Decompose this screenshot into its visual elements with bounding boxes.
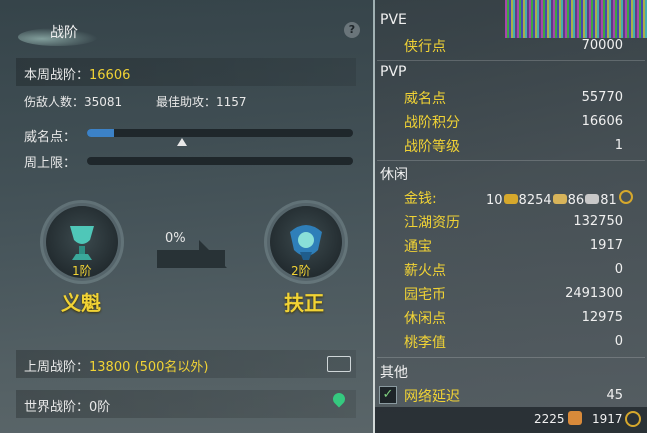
panel-title: 战阶 (50, 25, 78, 41)
tongbao-badge-icon (568, 411, 582, 425)
taoli-label: 桃李值 (404, 335, 446, 351)
week-cap-bar (87, 157, 353, 165)
xiaxing-label: 侠行点 (404, 39, 446, 55)
next-rank-name: 扶正 (284, 291, 324, 315)
bottom-left-value: 2225 (534, 412, 565, 426)
rank-progress: 0% (165, 231, 186, 246)
arrow-right-icon (157, 250, 225, 268)
divider (377, 160, 645, 161)
xiaxing-value: 70000 (581, 38, 623, 53)
yuanzhai-label: 园宅币 (404, 287, 446, 303)
money-label: 金钱: (404, 191, 437, 207)
last-week-rank: 上周战阶：13800 (500名以外) (24, 356, 208, 375)
jianghu-value: 132750 (573, 214, 623, 229)
zhanjie-level-label: 战阶等级 (404, 139, 460, 155)
divider (377, 60, 645, 61)
rank-panel: 战阶 ? 本周战阶：16606 伤敌人数：35081 最佳助攻：1157 威名点… (0, 0, 373, 433)
week-rank: 本周战阶：16606 (24, 64, 130, 83)
copper-ingot-icon (585, 194, 600, 204)
money-copper: 86 (567, 193, 585, 208)
tongbao-value: 1917 (589, 238, 623, 253)
xiuxian-label: 休闲点 (404, 311, 446, 327)
coin-icon (618, 190, 633, 204)
color-stripes-decoration (505, 0, 647, 38)
money-silver: 8254 (518, 193, 552, 208)
fame-marker-icon (177, 138, 187, 146)
latency-label: 网络延迟 (404, 389, 460, 405)
current-rank-name: 义魁 (61, 291, 101, 315)
fame-progress-bar (87, 129, 353, 137)
next-rank-level: 2阶 (291, 264, 311, 278)
silver-ingot-icon (552, 194, 567, 204)
pvp-section: PVP (380, 64, 407, 80)
latency-value: 45 (606, 388, 623, 403)
other-section: 其他 (380, 365, 408, 381)
help-button[interactable]: ? (344, 22, 360, 38)
zhanjie-level-value: 1 (614, 138, 623, 153)
money-other: 81 (600, 193, 617, 208)
xinhuo-label: 薪火点 (404, 263, 446, 279)
latency-checkbox[interactable]: ✓ (379, 386, 397, 404)
weiming-value: 55770 (581, 90, 623, 105)
coin-icon (625, 411, 641, 427)
fame-label: 威名点： (24, 130, 77, 145)
weiming-label: 威名点 (404, 91, 446, 107)
chest-icon[interactable] (327, 356, 351, 372)
xinhuo-value: 0 (614, 262, 623, 277)
last-week-value: 13800 (500名以外) (89, 360, 209, 375)
world-rank: 世界战阶：0阶 (24, 400, 111, 415)
panel-header: 战阶 (0, 12, 373, 46)
week-cap-label: 周上限： (24, 156, 77, 171)
week-rank-value: 16606 (89, 68, 131, 83)
kills-count: 伤敌人数：35081 (24, 95, 123, 109)
pve-section: PVE (380, 12, 407, 28)
xiuxian-value: 12975 (581, 310, 623, 325)
bottom-right-value: 1917 (592, 412, 623, 426)
last-week-label: 上周战阶： (24, 360, 90, 375)
best-assist: 最佳助攻：1157 (156, 95, 247, 109)
gold-ingot-icon (503, 194, 518, 204)
tongbao-label: 通宝 (404, 239, 432, 255)
current-rank-level: 1阶 (72, 264, 92, 278)
money-values: 10 8254 86 81 (486, 190, 633, 208)
week-rank-label: 本周战阶： (24, 68, 90, 83)
divider (377, 357, 645, 358)
jianghu-label: 江湖资历 (404, 215, 460, 231)
yuanzhai-value: 2491300 (565, 286, 623, 301)
zhanjie-score-label: 战阶积分 (404, 115, 460, 131)
zhanjie-score-value: 16606 (581, 114, 623, 129)
money-gold: 10 (486, 193, 503, 208)
leisure-section: 休闲 (380, 167, 408, 183)
fame-progress-fill (87, 129, 114, 137)
taoli-value: 0 (614, 334, 623, 349)
